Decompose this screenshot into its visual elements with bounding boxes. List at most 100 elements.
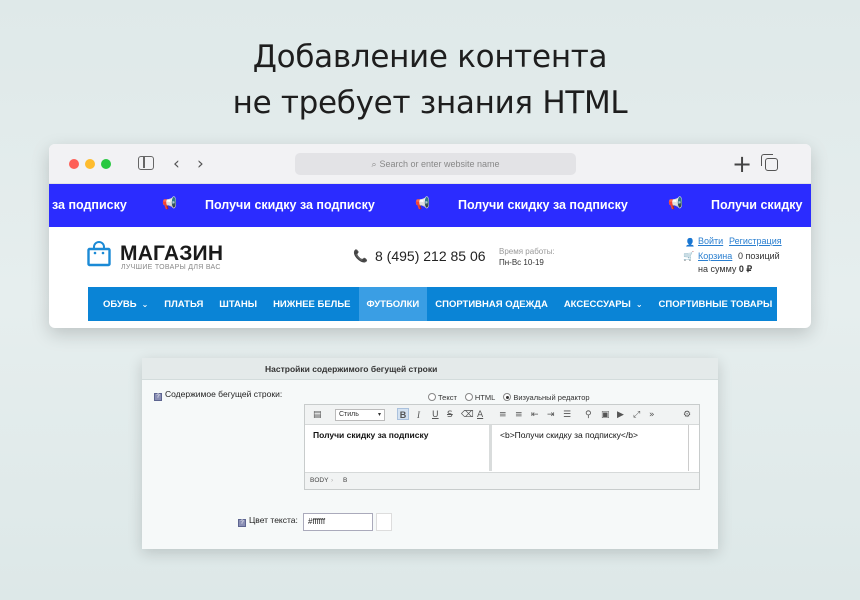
user-icon: 👤 (685, 238, 695, 247)
menu-item-dresses[interactable]: ПЛАТЬЯ (156, 287, 211, 321)
marquee-item: Получи скидку (711, 198, 803, 212)
menu-item-pants[interactable]: ШТАНЫ (211, 287, 265, 321)
color-swatch[interactable] (376, 513, 392, 531)
marquee-item: за подписку (52, 198, 127, 212)
video-icon[interactable]: ▶ (617, 409, 624, 421)
cart-icon: 🛒 (683, 252, 695, 262)
menu-item-underwear[interactable]: НИЖНЕЕ БЕЛЬЕ (265, 287, 358, 321)
radio-visual-editor[interactable]: Визуальный редактор (503, 393, 590, 402)
main-menu: ОБУВЬ ⌄ ПЛАТЬЯ ШТАНЫ НИЖНЕЕ БЕЛЬЕ ФУТБОЛК… (88, 287, 777, 321)
radio-button-selected[interactable] (503, 393, 512, 401)
marquee-item: Получи скидку за подписку (458, 198, 628, 212)
minimize-window-button[interactable] (85, 159, 95, 169)
clear-format-icon[interactable]: ⌫ (461, 409, 474, 421)
site-header: МАГАЗИН ЛУЧШИЕ ТОВАРЫ ДЛЯ ВАС 📞 8 (495) … (49, 227, 811, 287)
color-label-text: Цвет текста: (249, 515, 298, 525)
image-icon[interactable]: ▣ (601, 409, 610, 421)
menu-item-accessories[interactable]: АКСЕССУАРЫ ⌄ (556, 287, 651, 321)
italic-button[interactable]: I (417, 409, 420, 421)
back-arrow-icon[interactable]: ‹ (173, 154, 180, 174)
menu-item-label: ОБУВЬ (103, 298, 137, 310)
phone-number[interactable]: 8 (495) 212 85 06 (375, 248, 486, 264)
search-icon: ⌕ (371, 160, 377, 170)
cart-sum-value: 0 ₽ (738, 264, 753, 274)
cart-sum-label: на сумму (698, 264, 737, 274)
chevron-down-icon: ▾ (377, 412, 381, 418)
strikethrough-button[interactable]: S (447, 409, 453, 421)
address-bar[interactable]: ⌕ Search or enter website name (295, 153, 576, 175)
browser-toolbar: ‹ › ⌕ Search or enter website name + (49, 144, 811, 184)
indent-increase-icon[interactable]: ⇥ (547, 409, 555, 421)
bullet-list-icon[interactable]: ≡ (515, 409, 523, 421)
numbered-list-icon[interactable]: ≡ (499, 409, 507, 421)
visual-editor: ▤ Стиль ▾ B I U S ⌫ A ≡ ≡ ⇤ ⇥ ☰ ⚲ ▣ ▶ ⤢ »… (304, 404, 700, 490)
content-label-text: Содержимое бегущей строки: (165, 389, 283, 399)
register-link[interactable]: Регистрация (729, 236, 782, 246)
phone-icon: 📞 (353, 249, 368, 263)
code-pane[interactable]: <b>Получи скидку за подписку</b> (495, 425, 689, 471)
menu-item-label: НИЖНЕЕ БЕЛЬЕ (273, 298, 351, 310)
logo-subtitle: ЛУЧШИЕ ТОВАРЫ ДЛЯ ВАС (121, 264, 221, 271)
radio-html[interactable]: HTML (464, 393, 495, 402)
status-tag-body[interactable]: BODY (310, 473, 328, 489)
cart-count: 0 позиций (738, 251, 780, 261)
menu-item-label: ПЛАТЬЯ (164, 298, 204, 310)
radio-text[interactable]: Текст (428, 393, 457, 402)
working-hours: Пн-Вс 10-19 (499, 258, 544, 267)
menu-item-label: ФУТБОЛКИ (366, 298, 420, 310)
link-icon[interactable]: ⚲ (585, 409, 592, 421)
fullscreen-icon[interactable]: ⤢ (633, 409, 640, 421)
menu-item-shoes[interactable]: ОБУВЬ ⌄ (88, 287, 156, 321)
shopping-bag-logo-icon (87, 241, 111, 267)
chevron-down-icon: ⌄ (141, 299, 149, 309)
megaphone-icon: 📢 (668, 196, 683, 210)
editor-mode-radios: Текст HTML Визуальный редактор (428, 393, 590, 402)
wysiwyg-pane[interactable]: Получи скидку за подписку (305, 425, 492, 471)
help-icon[interactable]: ? (238, 519, 246, 527)
split-view-icon[interactable]: ▤ (313, 409, 322, 421)
cart-link[interactable]: Корзина (698, 251, 732, 261)
gear-icon[interactable]: ⚙ (683, 409, 691, 421)
megaphone-icon: 📢 (162, 196, 177, 210)
menu-item-tshirts[interactable]: ФУТБОЛКИ (358, 287, 428, 321)
status-separator: › (331, 477, 334, 484)
text-color-input[interactable]: #ffffff (303, 513, 373, 531)
headline-line-1: Добавление контента (252, 39, 608, 75)
maximize-window-button[interactable] (101, 159, 111, 169)
align-icon[interactable]: ☰ (563, 409, 571, 421)
content-field-label: ? Содержимое бегущей строки: (154, 389, 282, 401)
new-tab-plus-icon[interactable]: + (732, 149, 752, 179)
headline-line-2: не требует знания HTML (232, 85, 628, 121)
marquee-bar: за подписку 📢 Получи скидку за подписку … (49, 184, 811, 227)
editor-statusbar: BODY › B (305, 472, 699, 489)
radio-button[interactable] (464, 393, 473, 401)
forward-arrow-icon[interactable]: › (197, 154, 204, 174)
sidebar-toggle-icon[interactable] (138, 156, 154, 170)
help-icon[interactable]: ? (154, 393, 162, 401)
headline: Добавление контента не требует знания HT… (0, 34, 860, 126)
underline-button[interactable]: U (432, 409, 439, 421)
login-link[interactable]: Войти (698, 236, 723, 246)
menu-item-sport-goods[interactable]: СПОРТИВНЫЕ ТОВАРЫ (651, 287, 781, 321)
address-placeholder: Search or enter website name (379, 159, 500, 169)
chevron-down-icon: ⌄ (635, 299, 643, 309)
text-color-icon[interactable]: A (477, 409, 483, 421)
menu-item-label: СПОРТИВНЫЕ ТОВАРЫ (658, 298, 773, 310)
menu-item-sportswear[interactable]: СПОРТИВНАЯ ОДЕЖДА (427, 287, 556, 321)
menu-item-label: АКСЕССУАРЫ (563, 298, 631, 310)
tabs-overview-icon[interactable] (761, 154, 778, 171)
status-tag-b[interactable]: B (343, 473, 347, 489)
radio-button[interactable] (428, 393, 436, 401)
hours-label: Время работы: (499, 247, 555, 256)
close-window-button[interactable] (69, 159, 79, 169)
logo-title[interactable]: МАГАЗИН (120, 242, 223, 266)
more-icon[interactable]: » (649, 409, 655, 421)
menu-item-label: ШТАНЫ (219, 298, 258, 310)
cart-sum: на сумму 0 ₽ (698, 264, 752, 275)
panel-title: Настройки содержимого бегущей строки (142, 358, 718, 380)
bold-button[interactable]: B (397, 408, 409, 420)
megaphone-icon: 📢 (415, 196, 430, 210)
style-select[interactable]: Стиль ▾ (335, 409, 385, 421)
indent-decrease-icon[interactable]: ⇤ (531, 409, 539, 421)
menu-item-label: СПОРТИВНАЯ ОДЕЖДА (435, 298, 548, 310)
